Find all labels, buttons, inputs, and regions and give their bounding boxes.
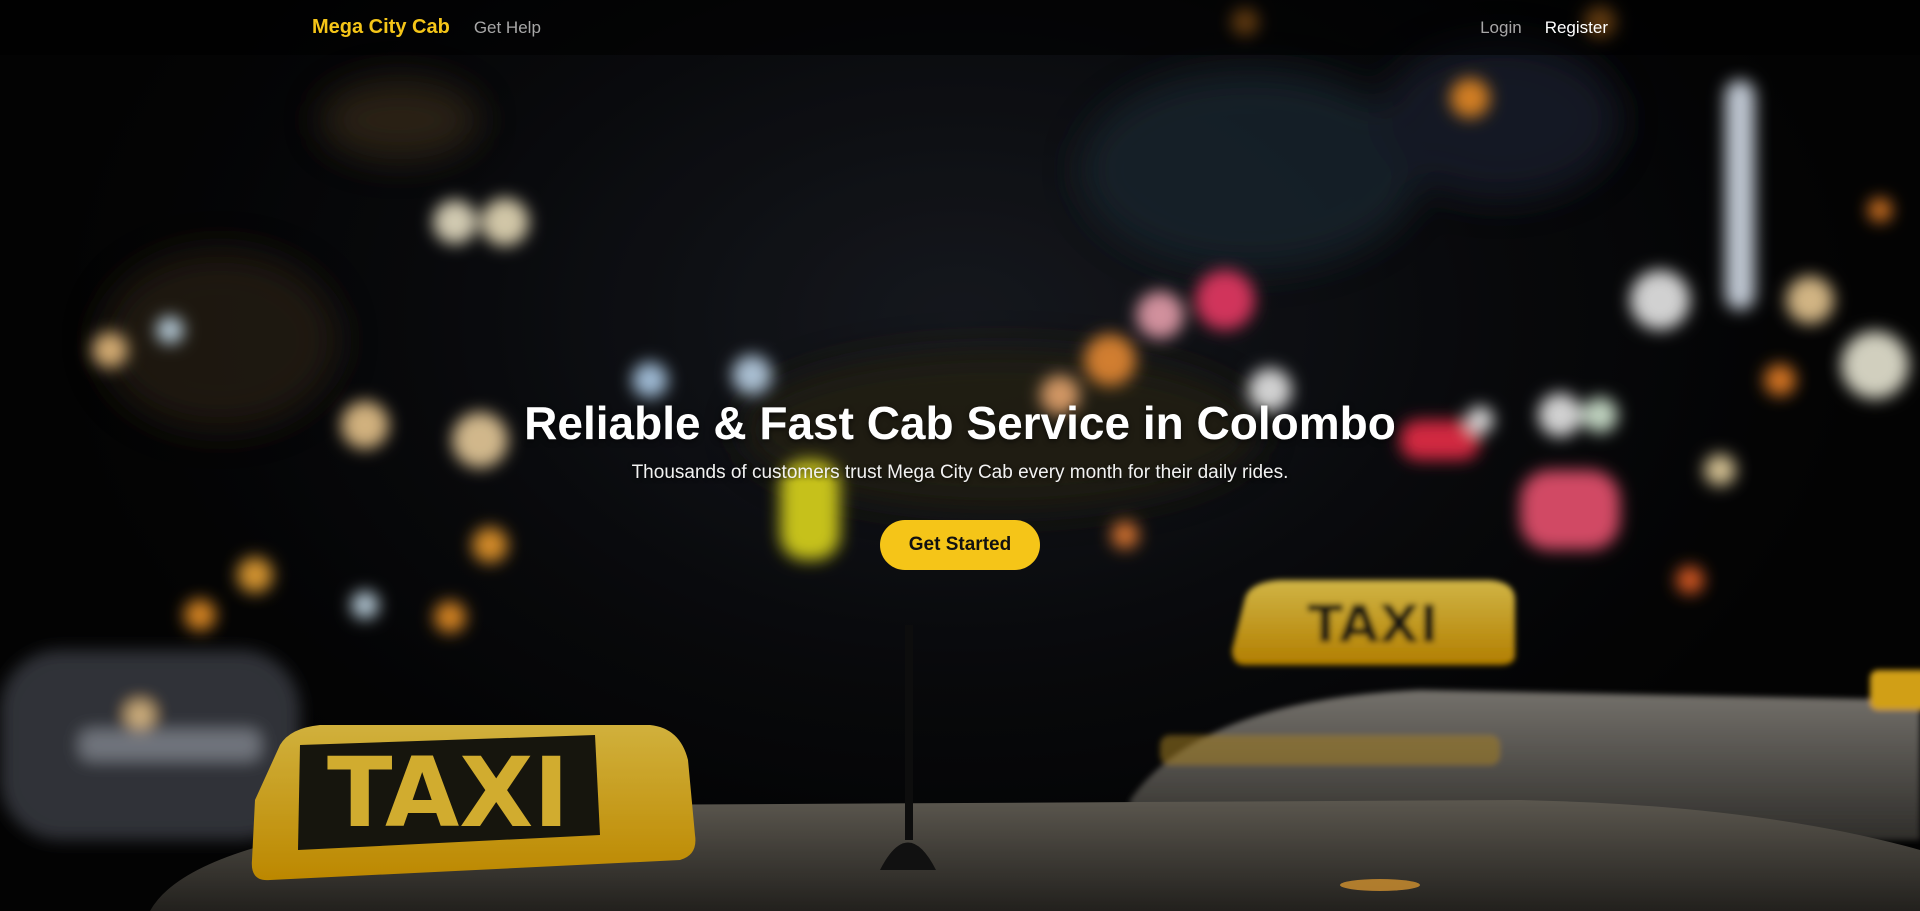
navbar-auth-links: Login Register — [1480, 18, 1608, 38]
get-help-link[interactable]: Get Help — [474, 18, 541, 38]
login-link[interactable]: Login — [1480, 18, 1522, 38]
hero-section: TAXI TAXI Mega City Cab Get Help Login R… — [0, 0, 1920, 911]
hero-subtitle: Thousands of customers trust Mega City C… — [631, 462, 1289, 483]
register-link[interactable]: Register — [1545, 18, 1608, 38]
navbar-container: Mega City Cab Get Help Login Register — [312, 0, 1608, 55]
top-navbar: Mega City Cab Get Help Login Register — [0, 0, 1920, 55]
get-started-button[interactable]: Get Started — [879, 520, 1041, 570]
brand-logo-link[interactable]: Mega City Cab — [312, 16, 450, 39]
hero-title: Reliable & Fast Cab Service in Colombo — [524, 397, 1396, 449]
hero-content: Reliable & Fast Cab Service in Colombo T… — [0, 393, 1920, 570]
